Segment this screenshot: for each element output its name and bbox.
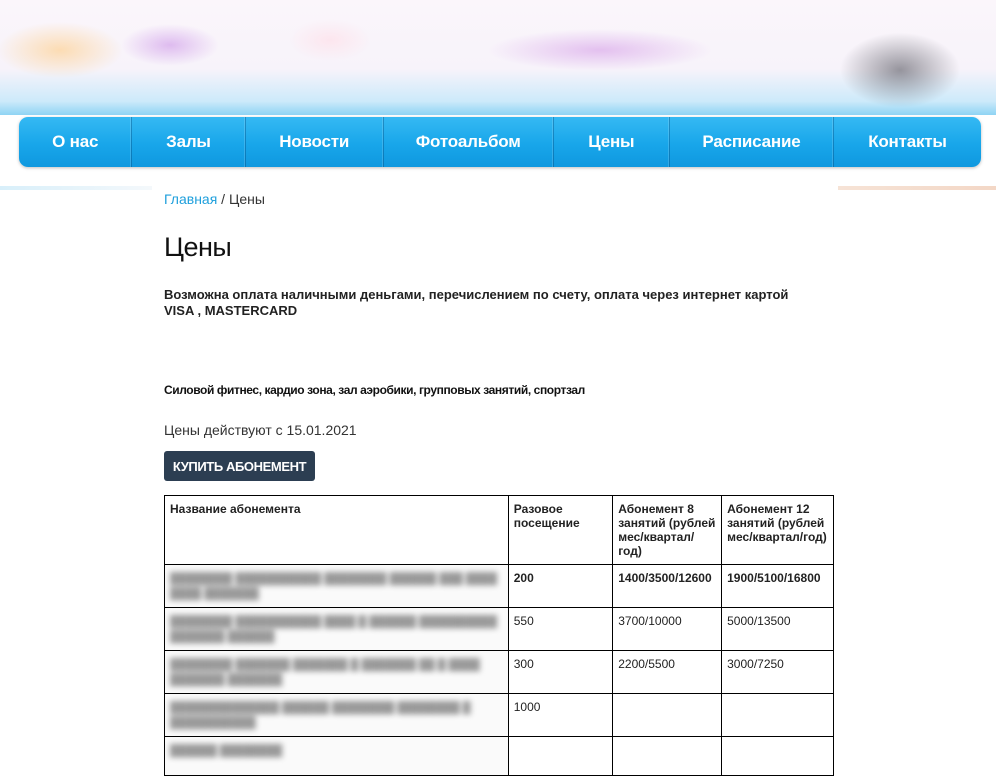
services-subtitle: Силовой фитнес, кардио зона, зал аэробик…	[164, 383, 585, 397]
prices-table: Название абонемента Разовое посещение Аб…	[164, 495, 834, 776]
row-eight-cell: 2200/5500	[612, 650, 723, 694]
blurred-text: ██████ ████████	[170, 745, 283, 757]
nav-item-prices[interactable]: Цены	[554, 117, 670, 167]
row-twelve-cell: 3000/7250	[721, 650, 834, 694]
table-row: ████████ ███████████ ████ █ ██████ █████…	[164, 607, 834, 651]
row-name-cell: ████████ ███████████ ████████ ██████ ███…	[164, 564, 509, 608]
breadcrumb-home-link[interactable]: Главная	[164, 191, 217, 207]
table-row: ██████ ████████	[164, 736, 834, 776]
header-banner	[0, 0, 996, 115]
row-single-cell: 300	[507, 650, 614, 694]
row-eight-cell	[612, 736, 723, 776]
row-single-cell: 550	[507, 607, 614, 651]
nav-item-photo-album[interactable]: Фотоальбом	[384, 117, 554, 167]
nav-item-halls[interactable]: Залы	[132, 117, 246, 167]
row-twelve-cell: 5000/13500	[721, 607, 834, 651]
prices-valid-from: Цены действуют с 15.01.2021	[164, 422, 357, 438]
nav-item-contacts[interactable]: Контакты	[834, 117, 981, 167]
nav-item-about[interactable]: О нас	[19, 117, 133, 167]
row-eight-cell: 1400/3500/12600	[612, 564, 723, 608]
row-name-cell: ██████████████ ██████ ████████ ████████ …	[164, 693, 509, 737]
page-title: Цены	[164, 232, 232, 262]
decorative-strip-left	[0, 186, 152, 190]
row-single-cell	[507, 736, 614, 776]
column-header-single: Разовое посещение	[507, 495, 614, 565]
row-name-cell: ████████ ███████ ███████ █ ███████ ██ █ …	[164, 650, 509, 694]
column-header-eight: Абонемент 8 занятий (рублей мес/квартал/…	[612, 495, 723, 565]
row-twelve-cell: 1900/5100/16800	[721, 564, 834, 608]
blurred-text: ████████ ███████████ ████ █ ██████ █████…	[170, 616, 498, 643]
row-eight-cell	[612, 693, 723, 737]
table-row: ████████ ███████ ███████ █ ███████ ██ █ …	[164, 650, 834, 694]
row-single-cell: 1000	[507, 693, 614, 737]
column-header-name: Название абонемента	[164, 495, 509, 565]
nav-item-schedule[interactable]: Расписание	[670, 117, 834, 167]
nav-item-news[interactable]: Новости	[246, 117, 384, 167]
row-twelve-cell	[721, 736, 834, 776]
breadcrumb-separator: /	[217, 191, 229, 207]
table-row: ████████ ███████████ ████████ ██████ ███…	[164, 564, 834, 608]
payment-note: Возможна оплата наличными деньгами, пере…	[164, 287, 789, 318]
blurred-text: ████████ ███████ ███████ █ ███████ ██ █ …	[170, 659, 480, 686]
row-single-cell: 200	[507, 564, 614, 608]
breadcrumb: Главная / Цены	[164, 191, 265, 207]
decorative-strip-right	[838, 186, 996, 190]
row-twelve-cell	[721, 693, 834, 737]
buy-membership-button[interactable]: КУПИТЬ АБОНЕМЕНТ	[164, 451, 315, 481]
main-navigation: О нас Залы Новости Фотоальбом Цены Распи…	[19, 117, 981, 167]
blurred-text: ████████ ███████████ ████████ ██████ ███…	[170, 573, 498, 600]
table-row: ██████████████ ██████ ████████ ████████ …	[164, 693, 834, 737]
row-name-cell: ██████ ████████	[164, 736, 509, 776]
breadcrumb-current: Цены	[228, 191, 265, 207]
table-header-row: Название абонемента Разовое посещение Аб…	[164, 495, 834, 565]
row-name-cell: ████████ ███████████ ████ █ ██████ █████…	[164, 607, 509, 651]
row-eight-cell: 3700/10000	[612, 607, 723, 651]
column-header-twelve: Абонемент 12 занятий (рублей мес/квартал…	[721, 495, 834, 565]
